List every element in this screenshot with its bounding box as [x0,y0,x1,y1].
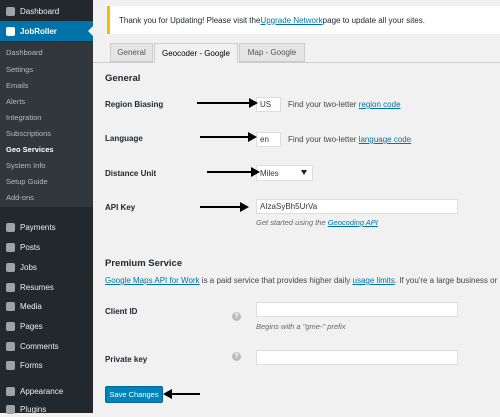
arrow-icon [197,98,258,108]
chevron-down-icon [301,170,307,175]
media-icon [6,301,15,311]
api-key-input[interactable]: AIzaSyBh5UrVa [256,199,458,214]
menu-label: Media [20,301,42,311]
usage-limits-link[interactable]: usage limits [353,276,395,285]
menu-resumes[interactable]: Resumes [0,279,93,295]
premium-intro-after: . If you're a large business or max out [394,276,500,285]
menu-plugins[interactable]: Plugins [0,401,93,417]
forms-icon [6,360,15,370]
menu-label: Appearance [20,386,64,396]
resumes-icon [6,282,15,292]
menu-media[interactable]: Media [0,298,93,314]
region-desc-text: Find your two-letter [288,100,359,109]
region-biasing-label: Region Biasing [105,100,164,109]
help-icon[interactable]: ? [232,312,241,321]
tab-general[interactable]: General [110,43,153,62]
menu-label: Plugins [20,404,47,414]
submenu-system-info[interactable]: System Info [0,158,93,173]
menu-pages[interactable]: Pages [0,318,93,334]
notice-text-before: Thank you for Updating! Please visit the [119,15,261,25]
arrow-icon [207,167,260,177]
maps-for-work-link[interactable]: Google Maps API for Work [105,276,200,285]
help-icon[interactable]: ? [232,352,241,361]
distance-unit-label: Distance Unit [105,169,157,178]
arrow-icon [163,389,200,399]
submenu-add-ons[interactable]: Add-ons [0,190,93,205]
premium-intro-mid: is a paid service that provides higher d… [199,276,353,285]
private-key-input[interactable] [256,350,458,365]
menu-label: Comments [20,341,59,351]
arrow-icon [200,202,249,212]
menu-payments[interactable]: Payments [0,219,93,235]
submenu-alerts[interactable]: Alerts [0,94,93,109]
geocoding-api-link[interactable]: Geocoding API [328,218,378,227]
jobs-icon [6,262,15,272]
submenu-integration[interactable]: Integration [0,110,93,125]
submenu-setup-guide[interactable]: Setup Guide [0,174,93,189]
menu-label: Posts [20,242,41,252]
submenu-settings[interactable]: Settings [0,62,93,77]
premium-intro: Google Maps API for Work is a paid servi… [105,276,500,285]
menu-dashboard[interactable]: Dashboard [0,3,93,19]
api-key-desc-text: Get started using the [256,218,328,227]
client-id-label: Client ID [105,307,138,316]
tab-map-google[interactable]: Map - Google [239,43,305,62]
language-desc-text: Find your two-letter [288,135,359,144]
menu-label: Jobs [20,262,37,272]
tab-geocoder-google[interactable]: Geocoder - Google [154,43,238,63]
arrow-icon [200,132,257,142]
payments-icon [6,222,15,232]
api-key-desc: Get started using the Geocoding API [256,218,378,227]
distance-unit-select[interactable]: Miles [256,165,313,181]
menu-label: JobRoller [20,26,57,36]
menu-label: Payments [20,222,56,232]
general-heading: General [105,73,141,84]
dashboard-icon [6,6,15,16]
api-key-label: API Key [105,203,136,212]
comments-icon [6,341,15,351]
menu-appearance[interactable]: Appearance [0,383,93,399]
language-desc: Find your two-letter language code [288,135,411,144]
pages-icon [6,321,15,331]
upgrade-network-link[interactable]: Upgrade Network [260,16,322,25]
region-code-link[interactable]: region code [359,100,401,109]
plugins-icon [6,404,15,414]
premium-heading: Premium Service [105,258,183,269]
menu-label: Forms [20,360,43,370]
language-input[interactable]: en [256,132,281,147]
menu-comments[interactable]: Comments [0,338,93,354]
menu-label: Resumes [20,282,54,292]
pin-icon [6,242,15,252]
submenu-emails[interactable]: Emails [0,78,93,93]
client-id-hint: Begins with a "gme-" prefix [256,322,346,331]
menu-label: Pages [20,321,43,331]
menu-jobroller[interactable]: JobRoller [0,21,93,41]
menu-label: Dashboard [20,6,60,16]
menu-posts[interactable]: Posts [0,239,93,255]
menu-jobs[interactable]: Jobs [0,259,93,275]
client-id-input[interactable] [256,302,458,317]
language-code-link[interactable]: language code [359,135,412,144]
menu-forms[interactable]: Forms [0,357,93,373]
submenu-geo-services[interactable]: Geo Services [0,142,93,157]
region-desc: Find your two-letter region code [288,100,401,109]
submenu-dashboard[interactable]: Dashboard [0,45,93,60]
save-changes-button[interactable]: Save Changes [105,386,163,403]
private-key-label: Private key [105,355,148,364]
distance-unit-value: Miles [260,168,279,178]
settings-tabs: General Geocoder - Google Map - Google [107,43,500,63]
notice-text-after: page to update all your sites. [322,15,425,25]
region-input[interactable]: US [256,97,281,112]
submenu-subscriptions[interactable]: Subscriptions [0,126,93,141]
appearance-icon [6,386,15,396]
update-notice: Thank you for Updating! Please visit the… [107,6,500,34]
admin-sidebar: Dashboard JobRoller Dashboard Settings E… [0,0,93,414]
jobroller-icon [6,26,15,36]
language-label: Language [105,134,143,143]
